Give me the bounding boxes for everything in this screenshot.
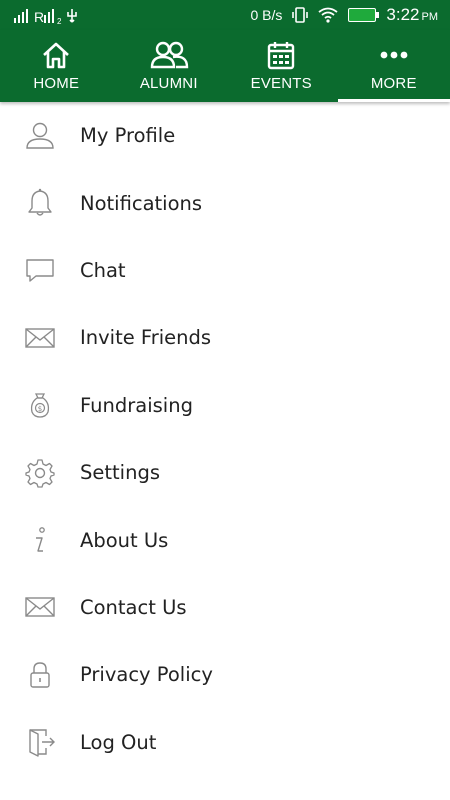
menu-item-label: Contact Us [80,595,187,619]
menu-item-label: Settings [80,461,160,485]
clock-time: 3:22 [386,5,420,24]
vibrate-icon [292,7,309,23]
menu-item-label: Fundraising [80,393,193,417]
menu-item-log-out[interactable]: Log Out [0,709,450,776]
menu-item-label: Log Out [80,730,157,754]
info-icon [36,527,45,552]
menu-icon-wrap [0,591,80,623]
menu-icon-wrap [0,524,80,556]
user-icon [26,122,54,149]
tab-label: MORE [370,75,417,92]
tab-alumni[interactable]: ALUMNI [113,30,226,102]
menu-item-chat[interactable]: Chat [0,237,450,304]
menu-item-label: Privacy Policy [80,663,213,687]
menu-icon-wrap [0,726,80,758]
menu-item-privacy-policy[interactable]: Privacy Policy [0,641,450,708]
bell-icon [28,188,52,216]
people-icon [150,41,188,69]
menu-item-label: Notifications [80,191,203,215]
svg-text:$: $ [38,405,42,413]
logout-icon [29,729,55,757]
tab-label: HOME [33,75,80,92]
clock: 3:22 PM [386,5,438,25]
battery-icon [348,8,380,22]
status-left: R 2 [14,6,84,24]
calendar-icon [268,42,295,70]
menu-item-my-profile[interactable]: My Profile [0,102,450,169]
tab-events[interactable]: EVENTS [225,30,338,102]
menu-icon-wrap: $ [0,389,80,421]
svg-text:R: R [34,9,44,24]
network-speed: 0 B/s [250,7,283,23]
envelope-icon [25,328,55,348]
more-dots-icon [380,51,408,59]
menu-item-fundraising[interactable]: $ Fundraising [0,372,450,439]
menu-item-settings[interactable]: Settings [0,439,450,506]
menu-item-label: About Us [80,528,169,552]
menu-icon-wrap [0,187,80,219]
menu-icon-wrap [0,120,80,152]
signal-icon: R 2 [14,9,77,24]
menu-item-label: Invite Friends [80,326,212,350]
home-icon [43,42,70,69]
top-nav: HOME ALUMNI EVENTS MORE [0,30,450,102]
tab-label: EVENTS [250,75,312,92]
clock-ampm: PM [421,11,439,23]
menu-item-notifications[interactable]: Notifications [0,169,450,236]
lock-icon [30,662,50,688]
menu-item-invite-friends[interactable]: Invite Friends [0,304,450,371]
status-bar: R 2 0 B/s 3:22 PM [0,0,450,30]
menu-item-contact-us[interactable]: Contact Us [0,574,450,641]
more-menu-list: My Profile Notifications Chat Invite Fri… [0,102,450,776]
tab-label: ALUMNI [139,75,198,92]
menu-item-label: My Profile [80,124,176,148]
menu-item-about-us[interactable]: About Us [0,506,450,573]
menu-icon-wrap [0,322,80,354]
gear-icon [25,458,55,488]
tab-home[interactable]: HOME [0,30,113,102]
menu-icon-wrap [0,659,80,691]
envelope-icon [25,597,55,618]
wifi-icon [318,7,338,23]
menu-icon-wrap [0,254,80,286]
chat-bubble-icon [26,259,54,283]
menu-icon-wrap [0,457,80,489]
money-bag-icon: $ [30,393,50,418]
tab-more[interactable]: MORE [337,30,450,102]
svg-text:2: 2 [57,17,62,24]
status-right: 0 B/s 3:22 PM [251,5,439,25]
menu-item-label: Chat [80,258,126,282]
